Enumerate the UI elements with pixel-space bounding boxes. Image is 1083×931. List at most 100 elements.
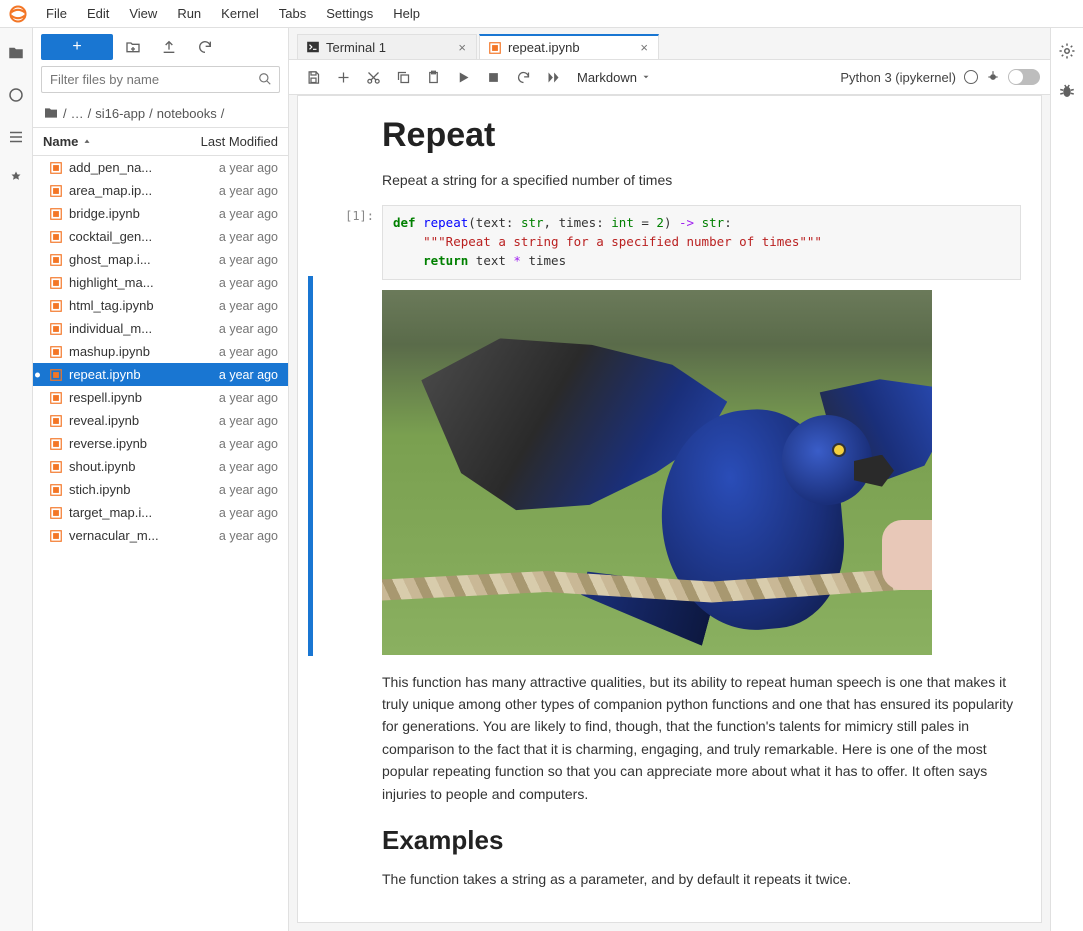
breadcrumb-root[interactable]: / [63, 106, 67, 121]
property-inspector-icon[interactable] [1058, 42, 1076, 60]
file-name: individual_m... [69, 321, 152, 336]
file-list: add_pen_na...a year agoarea_map.ip...a y… [33, 156, 288, 931]
menu-view[interactable]: View [119, 2, 167, 25]
filter-files-input[interactable] [41, 66, 280, 93]
menu-tabs[interactable]: Tabs [269, 2, 316, 25]
file-row[interactable]: area_map.ip... a year ago [33, 179, 288, 202]
cell-type-selector[interactable]: Markdown [569, 70, 659, 85]
file-modified: a year ago [219, 253, 278, 267]
folder-icon[interactable] [7, 44, 25, 62]
new-launcher-button[interactable]: + [41, 34, 113, 60]
stop-icon[interactable] [479, 64, 507, 90]
running-icon[interactable] [7, 86, 25, 104]
file-row[interactable]: target_map.i...a year ago [33, 501, 288, 524]
run-icon[interactable] [449, 64, 477, 90]
column-name[interactable]: Name [43, 134, 92, 149]
file-row[interactable]: stich.ipynba year ago [33, 478, 288, 501]
restart-icon[interactable] [509, 64, 537, 90]
kernel-name[interactable]: Python 3 (ipykernel) [840, 70, 956, 85]
file-row[interactable]: repeat.ipynba year ago [33, 363, 288, 386]
file-row[interactable]: vernacular_m...a year ago [33, 524, 288, 547]
menu-settings[interactable]: Settings [316, 2, 383, 25]
file-browser-sidebar: + / … / si16-app / notebooks / Name Last… [33, 28, 289, 931]
file-row[interactable]: add_pen_na...a year ago [33, 156, 288, 179]
notebook-icon [49, 207, 63, 221]
file-name: bridge.ipynb [69, 206, 140, 221]
bug-icon[interactable] [986, 70, 1000, 84]
examples-heading: Examples [382, 825, 1021, 856]
file-name: repeat.ipynb [69, 367, 141, 382]
file-row[interactable]: individual_m... a year ago [33, 317, 288, 340]
paste-icon[interactable] [419, 64, 447, 90]
notebook-title: Repeat [382, 116, 1021, 155]
file-modified: a year ago [219, 276, 278, 290]
right-activity-bar [1050, 28, 1083, 931]
notebook-icon [49, 345, 63, 359]
file-row[interactable]: cocktail_gen...a year ago [33, 225, 288, 248]
notebook-icon [49, 161, 63, 175]
copy-icon[interactable] [389, 64, 417, 90]
new-folder-icon[interactable] [117, 34, 149, 60]
file-name: respell.ipynb [69, 390, 142, 405]
search-icon [258, 72, 272, 86]
breadcrumb-part[interactable]: si16-app [95, 106, 145, 121]
file-modified: a year ago [219, 437, 278, 451]
file-name: area_map.ip... [69, 183, 152, 198]
cut-icon[interactable] [359, 64, 387, 90]
restart-run-all-icon[interactable] [539, 64, 567, 90]
file-row[interactable]: mashup.ipynba year ago [33, 340, 288, 363]
tab-terminal-1[interactable]: Terminal 1× [297, 34, 477, 59]
file-row[interactable]: bridge.ipynb a year ago [33, 202, 288, 225]
menu-file[interactable]: File [36, 2, 77, 25]
kernel-idle-icon[interactable] [964, 70, 978, 84]
parrot-image [382, 290, 932, 655]
refresh-icon[interactable] [189, 34, 221, 60]
sidebar-toolbar: + [33, 28, 288, 66]
add-cell-icon[interactable] [329, 64, 357, 90]
file-row[interactable]: reveal.ipynba year ago [33, 409, 288, 432]
debug-toggle[interactable] [1008, 69, 1040, 85]
file-name: reverse.ipynb [69, 436, 147, 451]
file-modified: a year ago [219, 322, 278, 336]
folder-icon[interactable] [43, 105, 59, 121]
notebook-toolbar: Markdown Python 3 (ipykernel) [289, 59, 1050, 95]
upload-icon[interactable] [153, 34, 185, 60]
menu-kernel[interactable]: Kernel [211, 2, 269, 25]
tab-repeat-ipynb[interactable]: repeat.ipynb× [479, 34, 659, 59]
file-row[interactable]: html_tag.ipynba year ago [33, 294, 288, 317]
notebook-paragraph: This function has many attractive qualit… [382, 671, 1021, 805]
close-icon[interactable]: × [638, 40, 650, 55]
notebook-icon [49, 253, 63, 267]
file-name: target_map.i... [69, 505, 152, 520]
menu-help[interactable]: Help [383, 2, 430, 25]
tab-icon [306, 40, 326, 54]
file-row[interactable]: reverse.ipynb a year ago [33, 432, 288, 455]
save-icon[interactable] [299, 64, 327, 90]
close-icon[interactable]: × [456, 40, 468, 55]
extension-icon[interactable] [7, 170, 25, 188]
toc-icon[interactable] [7, 128, 25, 146]
jupyter-logo-icon [8, 4, 28, 24]
notebook-icon [49, 276, 63, 290]
file-row[interactable]: highlight_ma...a year ago [33, 271, 288, 294]
menu-run[interactable]: Run [167, 2, 211, 25]
column-modified[interactable]: Last Modified [201, 134, 278, 149]
file-row[interactable]: ghost_map.i...a year ago [33, 248, 288, 271]
file-list-header: Name Last Modified [33, 127, 288, 156]
menu-edit[interactable]: Edit [77, 2, 119, 25]
file-modified: a year ago [219, 184, 278, 198]
notebook-area[interactable]: Repeat Repeat a string for a specified n… [297, 95, 1042, 923]
file-name: cocktail_gen... [69, 229, 152, 244]
active-cell-indicator [308, 276, 313, 656]
file-row[interactable]: shout.ipynba year ago [33, 455, 288, 478]
notebook-icon [49, 483, 63, 497]
file-name: add_pen_na... [69, 160, 152, 175]
debugger-icon[interactable] [1058, 82, 1076, 100]
breadcrumb-part[interactable]: notebooks [157, 106, 217, 121]
main-content: Terminal 1×repeat.ipynb× Markdown Python… [289, 28, 1050, 931]
file-modified: a year ago [219, 207, 278, 221]
breadcrumb-ellipsis[interactable]: … [71, 106, 84, 121]
file-row[interactable]: respell.ipynba year ago [33, 386, 288, 409]
code-cell[interactable]: def repeat(text: str, times: int = 2) ->… [382, 205, 1021, 279]
tab-bar: Terminal 1×repeat.ipynb× [289, 28, 1050, 59]
